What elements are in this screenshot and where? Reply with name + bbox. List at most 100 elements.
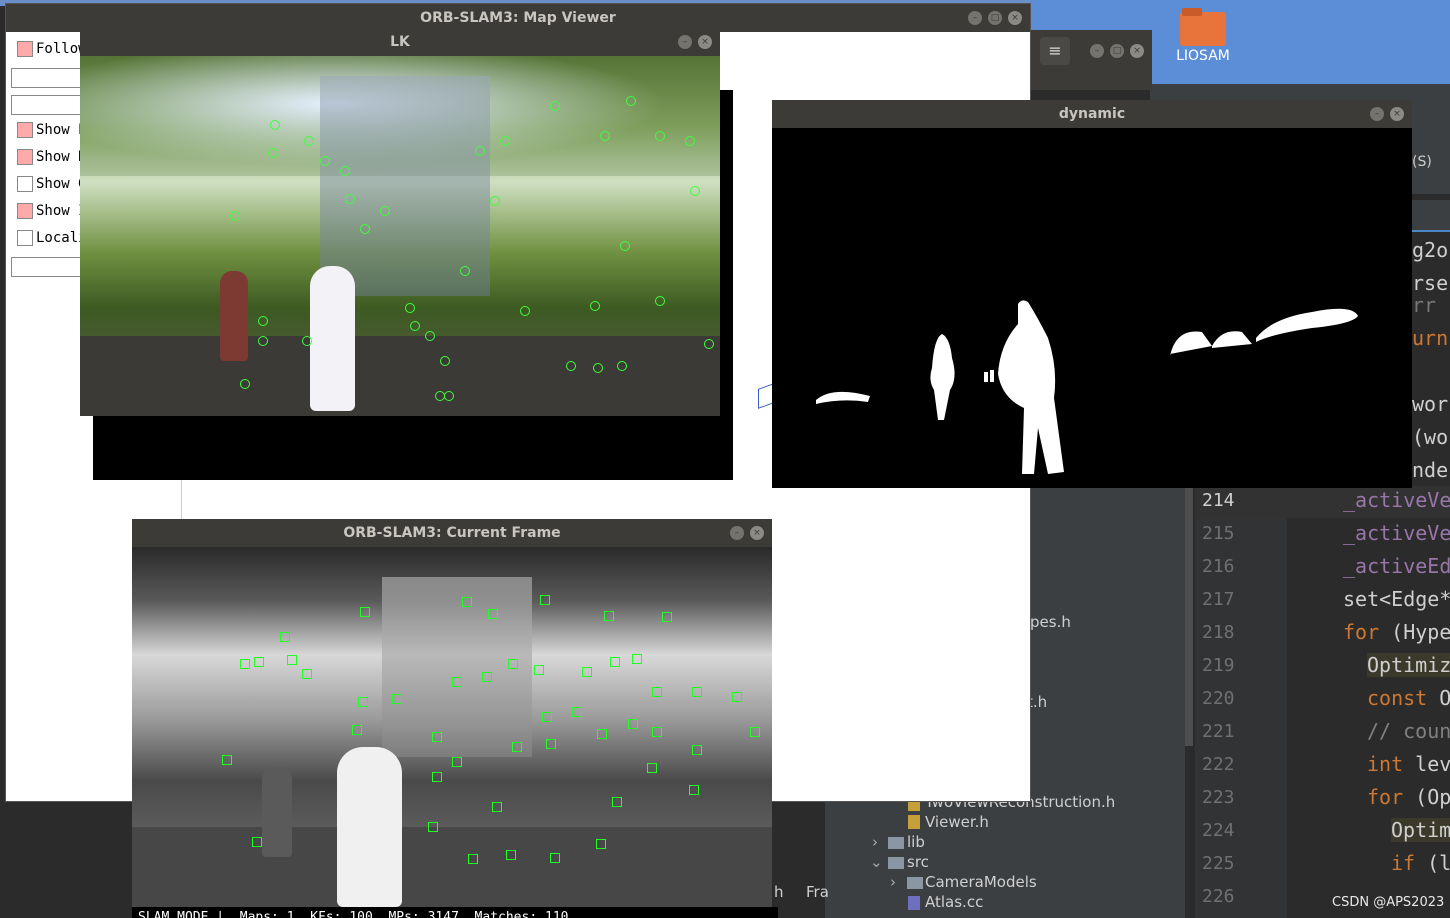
tree-item-cameramodels[interactable]: CameraModels: [925, 873, 1037, 891]
code-fragment-7: nde: [1412, 458, 1449, 482]
code-line[interactable]: int lev: [1367, 752, 1450, 776]
keypoint-marker: [582, 667, 592, 677]
ide-tab-label-s[interactable]: (S): [1412, 154, 1432, 170]
menu-button[interactable]: ≡: [1040, 37, 1070, 65]
keypoint-marker: [320, 156, 330, 166]
folder-icon[interactable]: [1180, 6, 1226, 46]
chevron-right-icon[interactable]: ›: [890, 873, 896, 891]
keypoint-marker: [655, 131, 665, 141]
scrollbar[interactable]: [1185, 486, 1193, 746]
frame-image: [132, 547, 772, 907]
keypoint-marker: [506, 850, 516, 860]
keypoint-marker: [626, 96, 636, 106]
close-icon[interactable]: ×: [1008, 11, 1022, 25]
current-frame-window: ORB-SLAM3: Current Frame – × SLAM MODE |…: [132, 519, 778, 918]
keypoint-marker: [620, 241, 630, 251]
close-icon[interactable]: ×: [1130, 44, 1144, 58]
chevron-right-icon[interactable]: ›: [872, 833, 878, 851]
keypoint-marker: [540, 595, 550, 605]
line-number: 220: [1202, 688, 1235, 709]
checkbox-label: Follow: [36, 41, 87, 57]
keypoint-marker: [534, 665, 544, 675]
header-file-icon: [908, 815, 920, 829]
code-line[interactable]: Optimiz: [1367, 653, 1450, 677]
keypoint-marker: [340, 166, 350, 176]
keypoint-marker: [240, 659, 250, 669]
window-title[interactable]: dynamic: [772, 100, 1412, 128]
keypoint-marker: [692, 687, 702, 697]
code-line[interactable]: if (l: [1391, 851, 1450, 875]
keypoint-marker: [488, 609, 498, 619]
tree-item-viewer[interactable]: Viewer.h: [925, 813, 989, 831]
keypoint-marker: [550, 101, 560, 111]
keypoint-marker: [655, 296, 665, 306]
line-number: 218: [1202, 622, 1235, 643]
tree-item-types[interactable]: pes.h: [1030, 613, 1071, 631]
folder-icon: [888, 837, 904, 849]
checkbox-box[interactable]: [17, 203, 33, 219]
minimize-icon[interactable]: –: [1370, 107, 1384, 121]
checkbox-label: Show G: [36, 176, 87, 192]
keypoint-marker: [280, 632, 290, 642]
keypoint-marker: [358, 697, 368, 707]
minimize-icon[interactable]: –: [968, 11, 982, 25]
keypoint-marker: [600, 131, 610, 141]
keypoint-marker: [512, 742, 522, 752]
close-icon[interactable]: ×: [750, 526, 764, 540]
code-line[interactable]: const O: [1367, 686, 1450, 710]
keypoint-marker: [647, 763, 657, 773]
keypoint-marker: [287, 655, 297, 665]
code-line[interactable]: _activeEd: [1343, 554, 1450, 578]
keypoint-marker: [652, 727, 662, 737]
minimize-icon[interactable]: –: [1090, 44, 1104, 58]
keypoint-marker: [732, 692, 742, 702]
code-fragment-4: urn: [1412, 326, 1449, 350]
code-line[interactable]: for (Hype: [1343, 620, 1450, 644]
keypoint-marker: [425, 331, 435, 341]
minimize-icon[interactable]: –: [678, 35, 692, 49]
close-icon[interactable]: ×: [698, 35, 712, 49]
window-title[interactable]: ORB-SLAM3: Current Frame: [132, 519, 772, 547]
folder-label[interactable]: LIOSAM: [1170, 48, 1236, 64]
maximize-icon[interactable]: □: [988, 11, 1002, 25]
keypoint-marker: [444, 391, 454, 401]
keypoint-marker: [550, 853, 560, 863]
keypoint-marker: [632, 654, 642, 664]
code-fragment-3: rr: [1412, 293, 1437, 317]
checkbox-box[interactable]: [17, 149, 33, 165]
keypoint-marker: [492, 802, 502, 812]
line-number: 214: [1202, 490, 1235, 511]
dynamic-window: dynamic – ×: [772, 100, 1412, 488]
checkbox-label: Show P: [36, 122, 87, 138]
code-line[interactable]: _activeVe: [1343, 488, 1450, 512]
keypoint-marker: [542, 712, 552, 722]
checkbox-box[interactable]: [17, 230, 33, 246]
keypoint-marker: [302, 336, 312, 346]
keypoint-marker: [546, 739, 556, 749]
keypoint-marker: [690, 186, 700, 196]
line-number: 222: [1202, 754, 1235, 775]
folder-icon: [888, 857, 904, 869]
keypoint-marker: [500, 136, 510, 146]
code-line[interactable]: // coun: [1367, 719, 1450, 743]
code-line[interactable]: for (Op: [1367, 785, 1450, 809]
tree-item-lib[interactable]: lib: [907, 833, 925, 851]
code-line[interactable]: _activeVe: [1343, 521, 1450, 545]
checkbox-box[interactable]: [17, 176, 33, 192]
code-line[interactable]: set<Edge*: [1343, 587, 1450, 611]
keypoint-marker: [475, 146, 485, 156]
minimize-icon[interactable]: –: [730, 526, 744, 540]
keypoint-marker: [258, 336, 268, 346]
keypoint-marker: [462, 597, 472, 607]
line-number: 223: [1202, 787, 1235, 808]
window-title[interactable]: LK: [80, 28, 720, 56]
close-icon[interactable]: ×: [1390, 107, 1404, 121]
checkbox-box[interactable]: [17, 41, 33, 57]
tree-item-src[interactable]: src: [907, 853, 929, 871]
tree-item-atlas[interactable]: Atlas.cc: [925, 893, 983, 911]
keypoint-marker: [590, 301, 600, 311]
chevron-down-icon[interactable]: ⌄: [870, 853, 883, 871]
maximize-icon[interactable]: □: [1110, 44, 1124, 58]
checkbox-box[interactable]: [17, 122, 33, 138]
code-line[interactable]: Optim: [1391, 818, 1450, 842]
